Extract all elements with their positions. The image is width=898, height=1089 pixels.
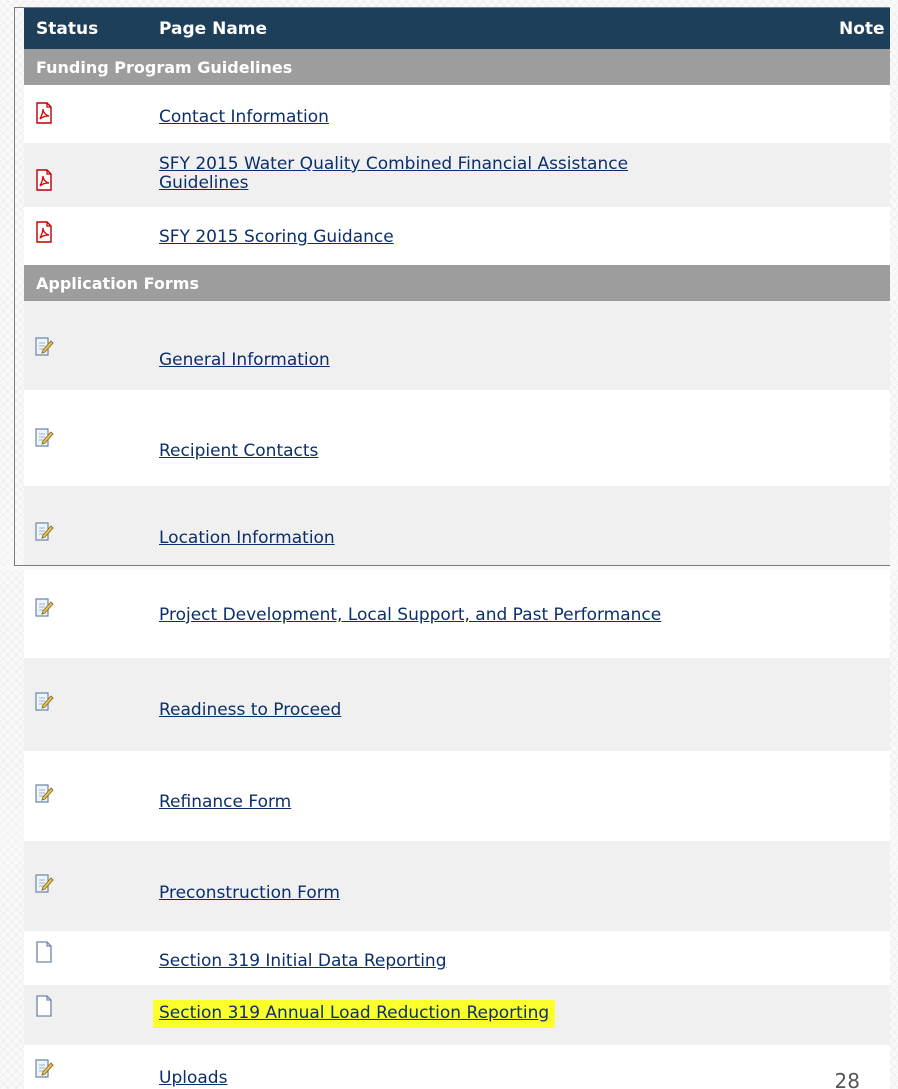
link-preconstruction-form[interactable]: Preconstruction Form [159, 884, 340, 903]
header-status: Status [36, 19, 99, 39]
link-refinance-form[interactable]: Refinance Form [159, 793, 291, 812]
pdf-icon[interactable] [34, 102, 54, 124]
section-title: Application Forms [36, 274, 199, 293]
blank-document-icon[interactable] [34, 941, 54, 963]
link-section-319-initial-data[interactable]: Section 319 Initial Data Reporting [159, 952, 447, 971]
table-row: Contact Information [24, 85, 890, 143]
table-row: General Information [24, 301, 890, 390]
table-row: Uploads [24, 1045, 890, 1089]
header-notes: Note [839, 19, 885, 39]
link-uploads[interactable]: Uploads [159, 1069, 227, 1088]
section-funding-program-guidelines: Funding Program Guidelines [24, 49, 890, 85]
link-general-information[interactable]: General Information [159, 351, 330, 370]
table-header: Status Page Name Note [24, 7, 890, 49]
link-recipient-contacts[interactable]: Recipient Contacts [159, 442, 318, 461]
edit-form-icon[interactable] [34, 335, 54, 357]
edit-form-icon[interactable] [34, 782, 54, 804]
blank-document-icon[interactable] [34, 995, 54, 1017]
forms-table: Status Page Name Note Funding Program Gu… [24, 7, 890, 1089]
edit-form-icon[interactable] [34, 426, 54, 448]
section-title: Funding Program Guidelines [36, 58, 293, 77]
highlight-marker: Section 319 Annual Load Reduction Report… [153, 1000, 556, 1028]
table-row: Recipient Contacts [24, 390, 890, 486]
table-row: SFY 2015 Scoring Guidance [24, 207, 890, 257]
edit-form-icon[interactable] [34, 872, 54, 894]
edit-form-icon[interactable] [34, 596, 54, 618]
page-number: 28 [834, 1069, 860, 1089]
table-row: SFY 2015 Water Quality Combined Financia… [24, 143, 890, 207]
link-line-2: Guidelines [159, 173, 249, 193]
edit-form-icon[interactable] [34, 1057, 54, 1079]
edit-form-icon[interactable] [34, 690, 54, 712]
pdf-icon[interactable] [34, 169, 54, 191]
link-project-development[interactable]: Project Development, Local Support, and … [159, 606, 661, 625]
table-row: Readiness to Proceed [24, 658, 890, 751]
table-row: Preconstruction Form [24, 841, 890, 931]
table-row: Refinance Form [24, 751, 890, 841]
table-row: Location Information [24, 486, 890, 566]
table-row: Section 319 Initial Data Reporting [24, 931, 890, 985]
table-row: Project Development, Local Support, and … [24, 570, 890, 658]
link-sfy-2015-scoring-guidance[interactable]: SFY 2015 Scoring Guidance [159, 228, 394, 247]
link-section-319-annual-load-reduction[interactable]: Section 319 Annual Load Reduction Report… [153, 1000, 556, 1028]
link-contact-information[interactable]: Contact Information [159, 108, 329, 127]
link-location-information[interactable]: Location Information [159, 529, 335, 548]
screenshot-seam [0, 566, 898, 570]
link-readiness-to-proceed[interactable]: Readiness to Proceed [159, 701, 341, 720]
link-sfy-2015-guidelines[interactable]: SFY 2015 Water Quality Combined Financia… [159, 155, 628, 193]
edit-form-icon[interactable] [34, 520, 54, 542]
link-line-1: SFY 2015 Water Quality Combined Financia… [159, 154, 629, 174]
header-page-name: Page Name [159, 19, 268, 39]
section-application-forms: Application Forms [24, 265, 890, 301]
pdf-icon[interactable] [34, 221, 54, 243]
table-row: Section 319 Annual Load Reduction Report… [24, 985, 890, 1045]
